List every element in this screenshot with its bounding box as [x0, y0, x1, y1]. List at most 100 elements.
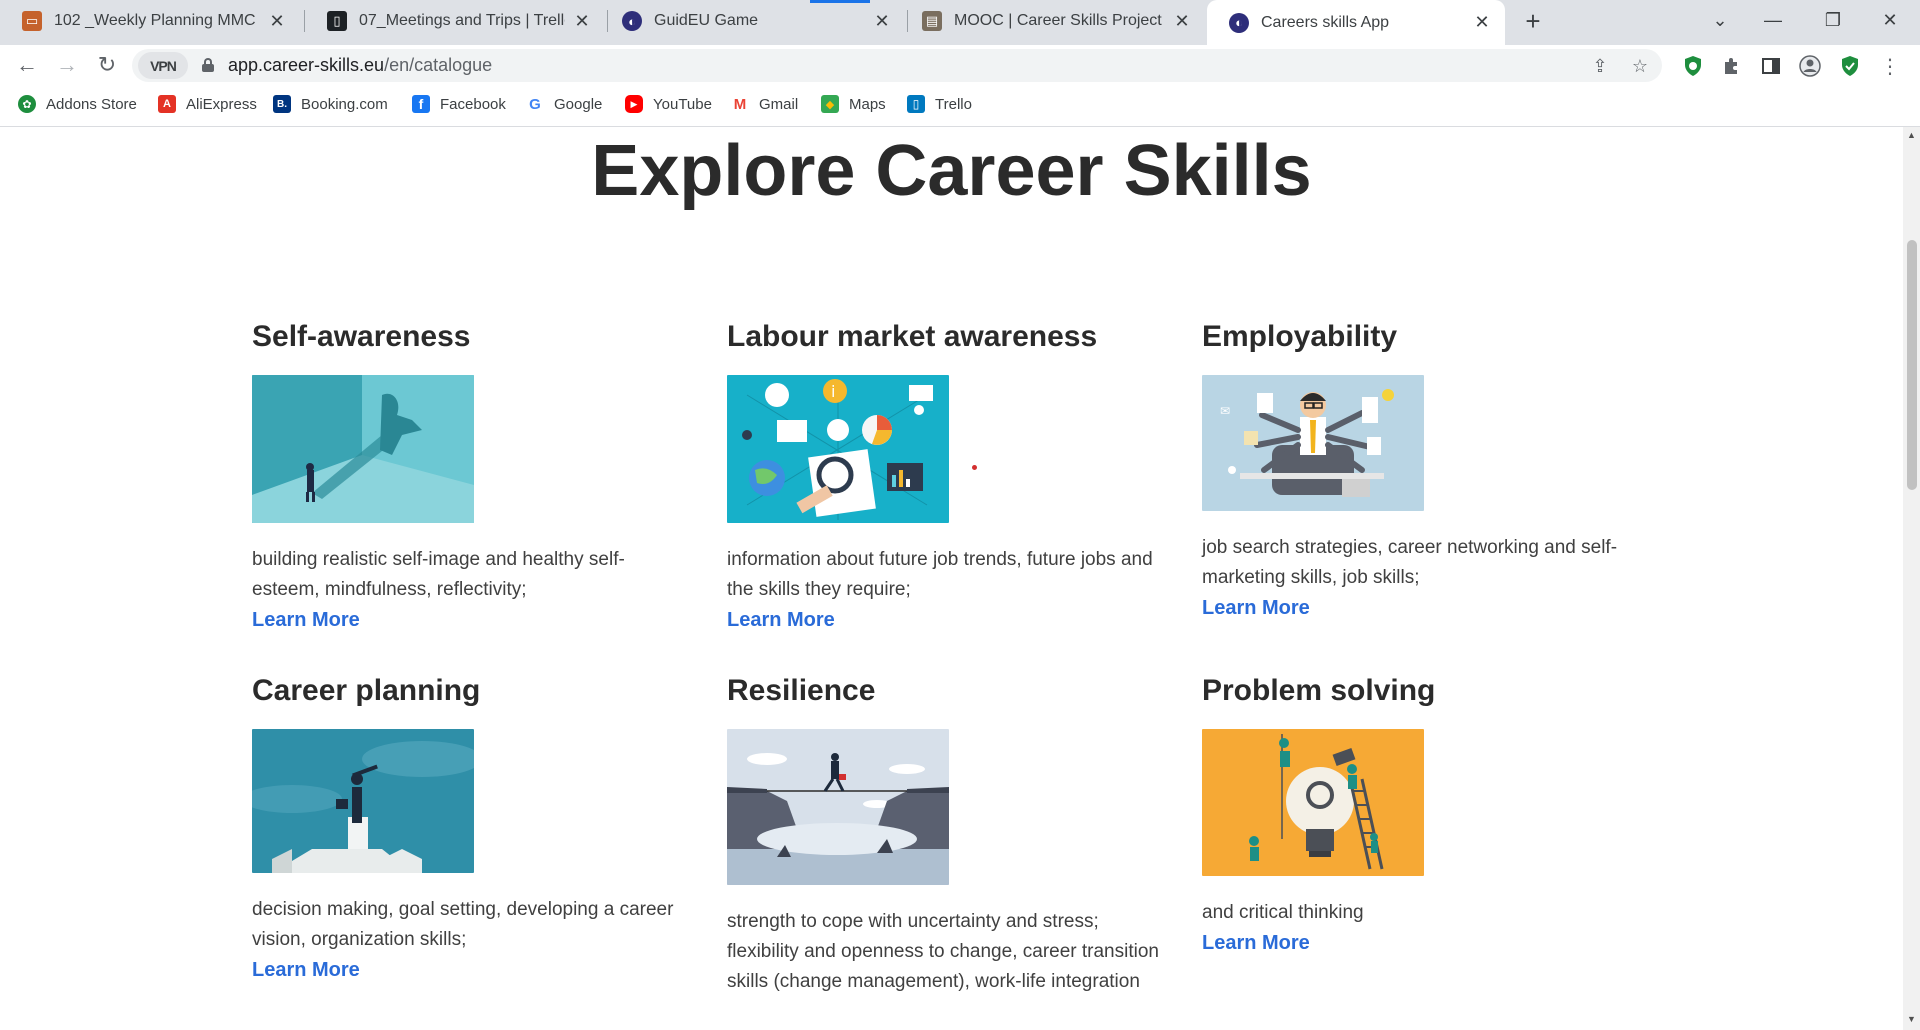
scroll-up-arrow-icon[interactable]: ▲	[1907, 131, 1916, 140]
bookmark-label: YouTube	[653, 95, 712, 113]
skill-card-title: Career planning	[252, 674, 481, 707]
tab-title: 07_Meetings and Trips | Trello	[359, 12, 565, 29]
address-bar[interactable]: VPN app.career-skills.eu/en/catalogue ⇪ …	[132, 49, 1662, 82]
tab-trello[interactable]: ▯ 07_Meetings and Trips | Trello ✕	[305, 0, 605, 42]
scroll-down-arrow-icon[interactable]: ▼	[1907, 1015, 1916, 1024]
learn-more-link[interactable]: Learn More	[1202, 928, 1310, 958]
svg-text:i: i	[831, 382, 835, 401]
labour-market-illustration[interactable]: i	[727, 375, 949, 523]
problem-solving-illustration[interactable]	[1202, 729, 1424, 876]
facebook-icon: f	[412, 95, 430, 113]
page-content: Explore Career Skills Self-awareness bui…	[0, 127, 1903, 1030]
globe-icon: ◐	[622, 11, 642, 31]
skill-card-title: Employability	[1202, 320, 1398, 353]
mooc-icon: ▤	[922, 11, 942, 31]
bookmark-aliexpress[interactable]: A AliExpress	[158, 95, 257, 113]
bookmark-star-icon[interactable]: ☆	[1628, 54, 1652, 78]
cursor-dot	[972, 465, 977, 470]
svg-text:✉: ✉	[1220, 404, 1230, 418]
forward-arrow-icon[interactable]: →	[52, 50, 82, 80]
menu-kebab-icon[interactable]: ⋮	[1878, 54, 1902, 78]
bookmark-addons-store[interactable]: ✿ Addons Store	[18, 95, 137, 113]
skill-card-self-awareness: Self-awareness building realistic self-i…	[252, 319, 712, 635]
tab-weekly-planning[interactable]: ▭ 102 _Weekly Planning MMC Tean ✕	[0, 0, 300, 42]
tab-mooc[interactable]: ▤ MOOC | Career Skills Project ✕	[900, 0, 1205, 42]
skill-card-employability: Employability ✉ job search strategies, c…	[1202, 319, 1662, 623]
bookmarks-bar: ✿ Addons Store A AliExpress B. Booking.c…	[0, 85, 1920, 127]
security-check-icon[interactable]	[1838, 54, 1862, 78]
learn-more-link[interactable]: Learn More	[252, 605, 360, 635]
bookmark-maps[interactable]: ◆ Maps	[821, 95, 886, 113]
bookmark-label: Maps	[849, 95, 886, 113]
close-icon[interactable]: ✕	[1471, 12, 1493, 34]
browser-toolbar: ← → ↻ VPN app.career-skills.eu/en/catalo…	[0, 45, 1920, 85]
page-title: Explore Career Skills	[591, 131, 1312, 211]
tab-title: GuidEU Game	[654, 12, 759, 29]
profile-avatar-icon[interactable]	[1798, 54, 1822, 78]
learn-more-link[interactable]: Learn More	[1202, 593, 1310, 623]
minimize-icon[interactable]: —	[1753, 4, 1793, 36]
close-icon[interactable]: ✕	[871, 10, 893, 32]
skill-card-problem-solving: Problem solving and critical thinking Le…	[1202, 673, 1662, 958]
bookmark-label: Trello	[935, 95, 972, 113]
skill-card-resilience: Resilience strength to cope with uncerta…	[727, 673, 1187, 997]
trello-icon: ▯	[907, 95, 925, 113]
skill-card-description: information about future job trends, fut…	[727, 549, 1153, 600]
skill-card-career-planning: Career planning decision making, goal se…	[252, 673, 712, 985]
close-icon[interactable]: ✕	[1171, 10, 1193, 32]
learn-more-link[interactable]: Learn More	[252, 955, 360, 985]
employability-illustration[interactable]: ✉	[1202, 375, 1424, 511]
bookmark-youtube[interactable]: ▶ YouTube	[625, 95, 712, 113]
back-arrow-icon[interactable]: ←	[12, 50, 42, 80]
resilience-illustration[interactable]	[727, 729, 949, 885]
addons-store-icon: ✿	[18, 95, 36, 113]
close-icon[interactable]: ✕	[266, 10, 288, 32]
window-close-icon[interactable]: ✕	[1870, 4, 1910, 36]
new-tab-button[interactable]: +	[1518, 6, 1548, 36]
skill-card-description: building realistic self-image and health…	[252, 549, 625, 600]
extensions-puzzle-icon[interactable]	[1720, 54, 1744, 78]
url-text[interactable]: app.career-skills.eu/en/catalogue	[228, 55, 492, 76]
google-icon: G	[526, 95, 544, 113]
bookmark-label: AliExpress	[186, 95, 257, 113]
skill-card-description: strength to cope with uncertainty and st…	[727, 911, 1159, 992]
close-icon[interactable]: ✕	[571, 10, 593, 32]
reload-icon[interactable]: ↻	[92, 50, 122, 80]
learn-more-link[interactable]: Learn More	[727, 605, 835, 635]
share-icon[interactable]: ⇪	[1588, 54, 1612, 78]
tab-search-chevron-icon[interactable]: ⌄	[1700, 4, 1740, 36]
skill-card-description: job search strategies, career networking…	[1202, 537, 1618, 588]
self-awareness-illustration[interactable]	[252, 375, 474, 523]
restore-icon[interactable]: ❐	[1813, 4, 1853, 36]
scrollbar-thumb[interactable]	[1907, 240, 1917, 490]
trello-icon: ▯	[327, 11, 347, 31]
bookmark-label: Facebook	[440, 95, 506, 113]
gmail-icon: M	[731, 95, 749, 113]
skill-card-title: Self-awareness	[252, 320, 471, 353]
bookmark-booking[interactable]: B. Booking.com	[273, 95, 388, 113]
youtube-icon: ▶	[625, 95, 643, 113]
skill-card-description: decision making, goal setting, developin…	[252, 899, 674, 950]
tab-guideu-game[interactable]: ◐ GuidEU Game ✕	[600, 0, 905, 42]
bookmark-gmail[interactable]: M Gmail	[731, 95, 798, 113]
tab-title: 102 _Weekly Planning MMC Tean	[54, 12, 260, 29]
bookmark-label: Google	[554, 95, 603, 113]
bookmark-trello[interactable]: ▯ Trello	[907, 95, 972, 113]
tab-careers-skills-app[interactable]: ◐ Careers skills App ✕	[1207, 0, 1505, 45]
page-scrollbar[interactable]: ▲ ▼	[1903, 127, 1920, 1030]
url-path: /en/catalogue	[384, 55, 493, 75]
adblock-shield-icon[interactable]	[1681, 54, 1705, 78]
globe-icon: ◐	[1229, 12, 1249, 33]
bookmark-label: Gmail	[759, 95, 799, 113]
bookmark-google[interactable]: G Google	[526, 95, 602, 113]
bookmark-facebook[interactable]: f Facebook	[412, 95, 506, 113]
tab-title: Careers skills App	[1261, 13, 1390, 31]
skill-card-description: and critical thinking	[1202, 902, 1364, 923]
career-planning-illustration[interactable]	[252, 729, 474, 873]
vpn-badge[interactable]: VPN	[138, 52, 188, 79]
side-panel-icon[interactable]	[1759, 54, 1783, 78]
tab-strip: ▭ 102 _Weekly Planning MMC Tean ✕ ▯ 07_M…	[0, 0, 1920, 45]
url-host: app.career-skills.eu	[228, 55, 385, 75]
booking-icon: B.	[273, 95, 291, 113]
lock-icon[interactable]	[202, 58, 214, 72]
